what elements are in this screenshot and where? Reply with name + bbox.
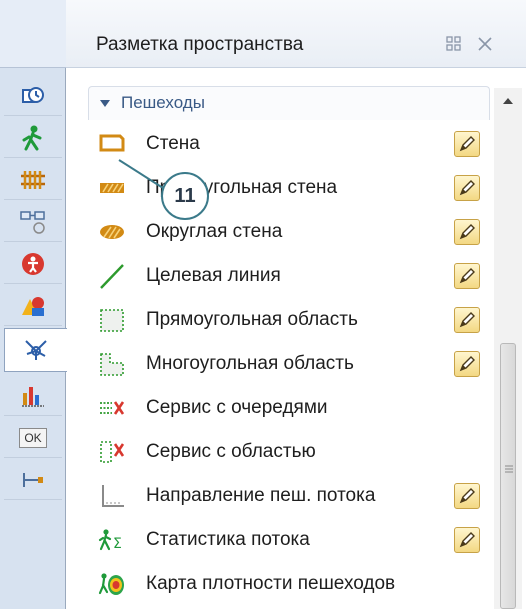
item-label: Многоугольная область — [146, 353, 354, 374]
panel-title: Разметка пространства — [96, 34, 304, 55]
item-label: Целевая линия — [146, 265, 281, 286]
svg-text:Σ: Σ — [113, 536, 122, 552]
pencil-icon — [459, 224, 475, 240]
toolbar-agent-button[interactable] — [4, 244, 62, 284]
item-label: Статистика потока — [146, 529, 310, 550]
density-map-icon — [98, 573, 124, 595]
analysis-icon — [22, 386, 44, 407]
palette-toolbar: OK — [0, 0, 67, 609]
item-label: Карта плотности пешеходов — [146, 573, 396, 594]
pencil-edit-button[interactable] — [454, 483, 480, 509]
section-header-pedestrians[interactable]: Пешеходы — [88, 86, 490, 120]
pencil-edit-button[interactable] — [454, 263, 480, 289]
pencil-icon — [459, 268, 475, 284]
pencil-edit-button[interactable] — [454, 527, 480, 553]
target-line-icon — [100, 264, 124, 289]
controls-icon: OK — [19, 427, 47, 448]
panel-header: Разметка пространства — [66, 0, 526, 68]
grip-icon — [505, 465, 513, 473]
service-with-area-icon — [100, 441, 125, 463]
presentation-icon — [22, 296, 44, 316]
pencil-edit-button[interactable] — [454, 175, 480, 201]
space-markup-icon — [25, 340, 47, 360]
toolbar-rail-button[interactable] — [4, 160, 62, 200]
pencil-icon — [459, 180, 475, 196]
toolbar-process-button[interactable] — [4, 202, 62, 242]
toolbar-history-button[interactable] — [4, 76, 62, 116]
pencil-edit-button[interactable] — [454, 219, 480, 245]
history-icon — [22, 86, 44, 103]
toolbar-pedestrian-button[interactable] — [4, 118, 62, 158]
collapse-arrow-icon[interactable] — [99, 99, 111, 109]
polygonal-area-icon — [100, 353, 124, 376]
item-label: Сервис с очередями — [146, 397, 328, 418]
item-label: Прямоугольная область — [146, 309, 358, 330]
process-icon — [20, 210, 45, 234]
agent-icon — [22, 252, 44, 275]
rectangular-area-icon — [100, 309, 124, 332]
pencil-edit-button[interactable] — [454, 307, 480, 333]
scroll-up-arrow-icon[interactable] — [502, 96, 514, 106]
pencil-icon — [459, 488, 475, 504]
maximize-icon[interactable] — [445, 35, 463, 53]
palette-item-service-with-area[interactable]: Сервис с областью — [88, 430, 490, 474]
rail-icon — [21, 170, 45, 189]
toolbar-space-markup-button[interactable] — [4, 328, 67, 372]
item-label: Сервис с областью — [146, 441, 316, 462]
scrollbar-thumb[interactable] — [500, 343, 516, 609]
palette-item-polygonal-area[interactable]: Многоугольная область — [88, 342, 490, 386]
vertical-scrollbar[interactable] — [494, 88, 522, 609]
space-markup-palette: Разметка пространства Пешеходы Стена Пря… — [66, 0, 526, 609]
wall-icon — [99, 134, 125, 152]
pencil-icon — [459, 312, 475, 328]
connectivity-icon — [23, 472, 43, 487]
palette-item-density-map[interactable]: Карта плотности пешеходов — [88, 562, 490, 606]
item-label: Округлая стена — [146, 221, 283, 242]
pedestrian-icon — [22, 125, 42, 150]
toolbar-controls-button[interactable]: OK — [4, 418, 62, 458]
section-label: Пешеходы — [121, 93, 205, 112]
palette-item-wall[interactable]: Стена — [88, 122, 490, 166]
pencil-icon — [459, 136, 475, 152]
item-label: Направление пеш. потока — [146, 485, 376, 506]
pencil-icon — [459, 356, 475, 372]
toolbar-header — [0, 0, 66, 68]
callout-number-badge: 11 — [161, 172, 209, 220]
palette-item-service-with-queues[interactable]: Сервис с очередями — [88, 386, 490, 430]
item-label: Стена — [146, 133, 200, 154]
palette-item-round-wall[interactable]: Округлая стена — [88, 210, 490, 254]
pencil-edit-button[interactable] — [454, 351, 480, 377]
toolbar-analysis-button[interactable] — [4, 376, 62, 416]
palette-item-target-line[interactable]: Целевая линия — [88, 254, 490, 298]
toolbar-connectivity-button[interactable] — [4, 460, 62, 500]
pencil-icon — [459, 532, 475, 548]
palette-item-rectangular-area[interactable]: Прямоугольная область — [88, 298, 490, 342]
toolbar-presentation-button[interactable] — [4, 286, 62, 326]
service-with-queues-icon — [100, 401, 125, 415]
rectangular-wall-icon — [100, 183, 124, 193]
palette-item-ped-flow-direction[interactable]: Направление пеш. потока — [88, 474, 490, 518]
palette-item-flow-statistics[interactable]: Σ Статистика потока — [88, 518, 490, 562]
round-wall-icon — [100, 225, 124, 239]
palette-list: Пешеходы Стена Прямоугольная стена Округ… — [66, 68, 526, 609]
palette-item-rectangular-wall[interactable]: Прямоугольная стена — [88, 166, 490, 210]
close-icon[interactable] — [476, 35, 494, 53]
ped-flow-direction-icon — [102, 485, 124, 507]
pencil-edit-button[interactable] — [454, 131, 480, 157]
flow-statistics-icon: Σ — [98, 529, 122, 552]
